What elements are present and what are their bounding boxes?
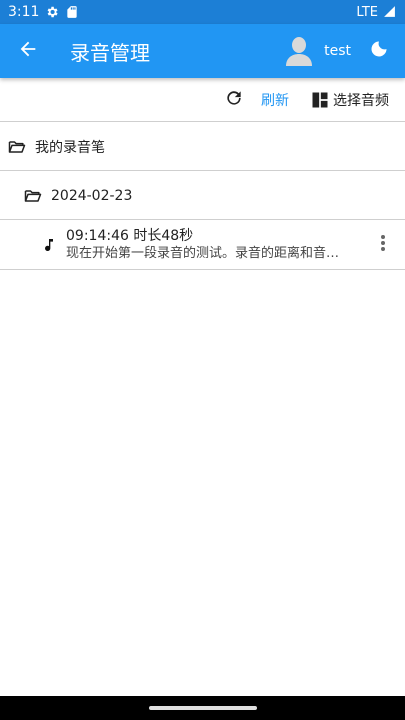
toolbar: 刷新 选择音频	[0, 78, 405, 122]
user-name[interactable]: test	[324, 43, 351, 59]
more-options-button[interactable]	[377, 235, 389, 255]
home-indicator[interactable]	[148, 706, 257, 710]
dashboard-icon	[309, 89, 331, 111]
refresh-link[interactable]: 刷新	[261, 90, 289, 110]
status-left: 3:11	[8, 4, 79, 20]
folder-row-root[interactable]: 我的录音笔	[0, 123, 405, 171]
folder-row-date[interactable]: 2024-02-23	[0, 172, 405, 220]
signal-icon	[383, 5, 397, 19]
screen: 3:11 LTE 录音管理 test 刷新 选择音频 我的录音笔 2024-02…	[0, 0, 405, 720]
page-title: 录音管理	[70, 40, 150, 65]
network-type: LTE	[356, 4, 378, 20]
select-audio-label: 选择音频	[333, 92, 389, 109]
folder-label-root: 我的录音笔	[35, 139, 105, 156]
folder-open-icon	[23, 186, 43, 206]
moon-icon	[369, 39, 389, 63]
list-item[interactable]: 09:14:46 时长48秒 现在开始第一段录音的测试。录音的距离和音…	[0, 221, 405, 270]
select-audio-button[interactable]: 选择音频	[309, 89, 389, 111]
settings-icon	[45, 5, 59, 19]
app-bar-actions: test	[284, 36, 405, 66]
status-bar: 3:11 LTE	[0, 0, 405, 24]
refresh-button[interactable]	[223, 89, 245, 111]
sd-card-icon	[65, 5, 79, 19]
arrow-left-icon	[17, 38, 39, 64]
music-note-icon	[40, 236, 58, 254]
system-nav-bar	[0, 696, 405, 720]
folder-label-date: 2024-02-23	[51, 187, 133, 204]
recording-title: 09:14:46 时长48秒	[66, 228, 194, 244]
app-bar: 录音管理 test	[0, 24, 405, 78]
status-right: LTE	[356, 5, 397, 20]
recording-transcript: 现在开始第一段录音的测试。录音的距离和音…	[66, 246, 340, 261]
theme-toggle-button[interactable]	[367, 39, 391, 63]
refresh-icon	[224, 88, 244, 112]
back-button[interactable]	[0, 24, 56, 78]
user-avatar-icon[interactable]	[284, 36, 314, 66]
more-vertical-icon	[380, 234, 386, 256]
status-time: 3:11	[8, 4, 40, 20]
recording-text: 09:14:46 时长48秒 现在开始第一段录音的测试。录音的距离和音…	[66, 227, 358, 263]
folder-open-icon	[7, 137, 27, 157]
